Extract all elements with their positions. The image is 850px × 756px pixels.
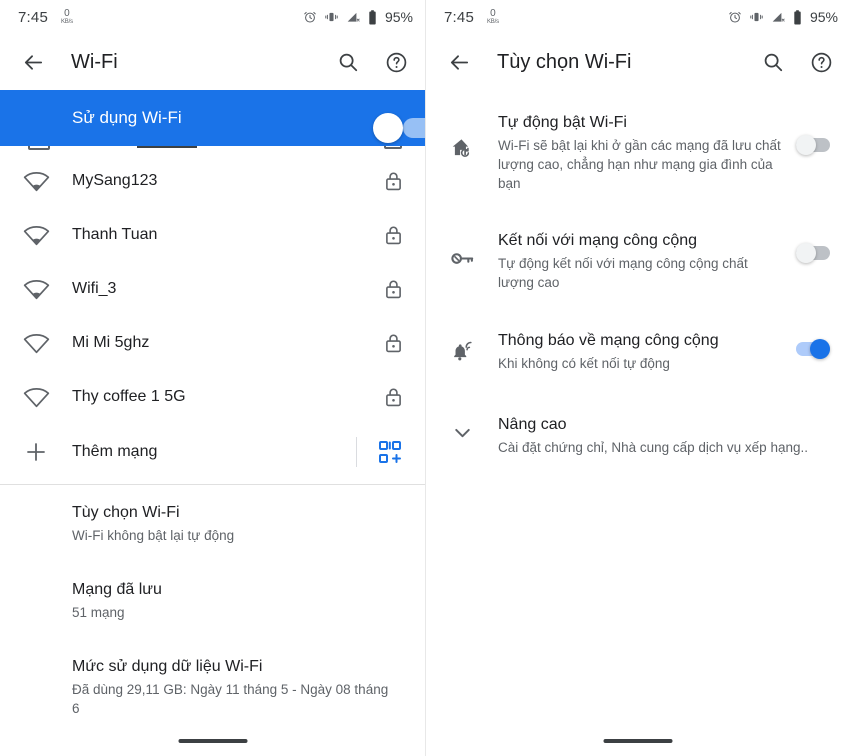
battery-icon bbox=[794, 9, 801, 24]
battery-icon bbox=[369, 9, 376, 24]
home-indicator bbox=[603, 739, 673, 743]
network-speed-indicator: 0 KB/s bbox=[61, 8, 73, 26]
help-icon[interactable] bbox=[383, 49, 409, 75]
wifi-preferences-row[interactable]: Tùy chọn Wi-Fi Wi-Fi không bật lại tự độ… bbox=[0, 485, 425, 562]
wifi-signal-icon bbox=[0, 225, 72, 246]
preferences-app-bar: Tùy chọn Wi-Fi bbox=[426, 34, 850, 90]
connect-open-networks-row[interactable]: Kết nối với mạng công cộng Tự động kết n… bbox=[426, 210, 850, 309]
network-speed-value: 0 bbox=[64, 8, 70, 19]
dual-screenshot: 7:45 0 KB/s 95% Wi-Fi Sử dụng Wi-Fi MySa… bbox=[0, 0, 850, 756]
auto-enable-wifi-row[interactable]: Tự động bật Wi-Fi Wi-Fi sẽ bật lại khi ở… bbox=[426, 90, 850, 210]
search-icon[interactable] bbox=[760, 49, 786, 75]
network-notification-subtitle: Khi không có kết nối tự động bbox=[498, 356, 670, 371]
connect-open-networks-subtitle: Tự động kết nối với mạng công cộng chất … bbox=[498, 256, 748, 290]
preferences-list: Tự động bật Wi-Fi Wi-Fi sẽ bật lại khi ở… bbox=[426, 90, 850, 474]
home-auto-icon bbox=[426, 112, 498, 193]
wifi-preferences-title: Tùy chọn Wi-Fi bbox=[72, 504, 180, 521]
key-icon bbox=[426, 230, 498, 292]
wifi-signal-icon bbox=[0, 387, 72, 408]
network-speed-indicator: 0 KB/s bbox=[487, 8, 499, 26]
status-time: 7:45 bbox=[444, 8, 474, 26]
vertical-divider bbox=[356, 437, 357, 467]
add-network-actions bbox=[356, 437, 402, 467]
advanced-title: Nâng cao bbox=[498, 416, 567, 433]
saved-networks-title: Mạng đã lưu bbox=[72, 581, 162, 598]
network-row[interactable]: MySang123 bbox=[0, 154, 425, 208]
network-name: Wifi_3 bbox=[72, 280, 117, 297]
vibrate-icon bbox=[750, 12, 763, 22]
add-network-label: Thêm mạng bbox=[72, 443, 158, 460]
network-notification-row[interactable]: Thông báo về mạng công cộng Khi không có… bbox=[426, 309, 850, 390]
status-time: 7:45 bbox=[18, 8, 48, 26]
lock-icon bbox=[385, 387, 402, 407]
advanced-row[interactable]: Nâng cao Cài đặt chứng chỉ, Nhà cung cấp… bbox=[426, 390, 850, 474]
app-bar-actions bbox=[760, 49, 834, 75]
vibrate-icon bbox=[325, 12, 338, 22]
network-speed-unit: KB/s bbox=[487, 19, 499, 25]
clipped-scrolled-row bbox=[0, 146, 425, 154]
wifi-signal-icon bbox=[0, 333, 72, 354]
connect-open-networks-switch[interactable] bbox=[796, 230, 830, 292]
wifi-signal-icon bbox=[0, 279, 72, 300]
battery-percent: 95% bbox=[809, 9, 838, 25]
lock-icon bbox=[385, 279, 402, 299]
network-speed-unit: KB/s bbox=[61, 19, 73, 25]
network-list: MySang123 Thanh Tuan Wifi_3 Mi Mi 5ghz T… bbox=[0, 154, 425, 424]
network-speed-value: 0 bbox=[490, 8, 496, 19]
network-name: Mi Mi 5ghz bbox=[72, 334, 150, 351]
lock-icon bbox=[385, 171, 402, 191]
wifi-app-bar: Wi-Fi bbox=[0, 34, 425, 90]
wifi-data-usage-title: Mức sử dụng dữ liệu Wi-Fi bbox=[72, 658, 263, 675]
back-arrow-icon[interactable] bbox=[16, 45, 50, 79]
saved-networks-row[interactable]: Mạng đã lưu 51 mạng bbox=[0, 562, 425, 639]
status-icons-right: 95% bbox=[728, 9, 838, 25]
status-icons-left: 95% bbox=[303, 9, 413, 25]
alarm-icon bbox=[304, 11, 316, 23]
auto-enable-wifi-subtitle: Wi-Fi sẽ bật lại khi ở gần các mạng đã l… bbox=[498, 138, 781, 191]
add-network-row[interactable]: Thêm mạng bbox=[0, 424, 425, 480]
network-name: Thanh Tuan bbox=[72, 226, 158, 243]
home-indicator bbox=[178, 739, 247, 743]
search-icon[interactable] bbox=[335, 49, 361, 75]
network-notification-switch[interactable] bbox=[796, 330, 830, 373]
network-name: MySang123 bbox=[72, 172, 158, 189]
back-arrow-icon[interactable] bbox=[442, 45, 476, 79]
alarm-icon bbox=[729, 11, 741, 23]
wifi-master-toggle-row[interactable]: Sử dụng Wi-Fi bbox=[0, 90, 425, 146]
advanced-subtitle: Cài đặt chứng chỉ, Nhà cung cấp dịch vụ … bbox=[498, 440, 808, 455]
lock-icon bbox=[385, 333, 402, 353]
signal-no-service-icon bbox=[347, 12, 360, 22]
battery-percent: 95% bbox=[384, 9, 413, 25]
qr-scan-icon[interactable] bbox=[378, 440, 402, 464]
network-notification-title: Thông báo về mạng công cộng bbox=[498, 332, 719, 349]
auto-enable-wifi-switch[interactable] bbox=[796, 112, 830, 193]
wifi-data-usage-subtitle: Đã dùng 29,11 GB: Ngày 11 tháng 5 - Ngày… bbox=[72, 682, 389, 716]
status-bar-right: 7:45 0 KB/s 95% bbox=[426, 0, 850, 34]
network-row[interactable]: Mi Mi 5ghz bbox=[0, 316, 425, 370]
help-icon[interactable] bbox=[808, 49, 834, 75]
status-bar-left: 7:45 0 KB/s 95% bbox=[0, 0, 425, 34]
app-bar-actions bbox=[335, 49, 409, 75]
wifi-screen: 7:45 0 KB/s 95% Wi-Fi Sử dụng Wi-Fi MySa… bbox=[0, 0, 425, 756]
network-name: Thy coffee 1 5G bbox=[72, 388, 186, 405]
plus-icon bbox=[0, 440, 72, 464]
network-row[interactable]: Wifi_3 bbox=[0, 262, 425, 316]
signal-no-service-icon bbox=[772, 12, 785, 22]
saved-networks-subtitle: 51 mạng bbox=[72, 605, 125, 620]
chevron-down-icon bbox=[426, 414, 498, 457]
wifi-signal-icon bbox=[0, 171, 72, 192]
lock-icon bbox=[385, 225, 402, 245]
wifi-data-usage-row[interactable]: Mức sử dụng dữ liệu Wi-Fi Đã dùng 29,11 … bbox=[0, 639, 425, 735]
network-row[interactable]: Thy coffee 1 5G bbox=[0, 370, 425, 424]
page-title: Wi-Fi bbox=[71, 50, 118, 73]
wifi-master-toggle-label: Sử dụng Wi-Fi bbox=[72, 108, 182, 127]
network-row[interactable]: Thanh Tuan bbox=[0, 208, 425, 262]
auto-enable-wifi-title: Tự động bật Wi-Fi bbox=[498, 114, 627, 131]
wifi-preferences-screen: 7:45 0 KB/s 95% Tùy chọn Wi-Fi Tự động b… bbox=[425, 0, 850, 756]
connect-open-networks-title: Kết nối với mạng công cộng bbox=[498, 232, 698, 249]
page-title: Tùy chọn Wi-Fi bbox=[497, 50, 632, 73]
wifi-preferences-subtitle: Wi-Fi không bật lại tự động bbox=[72, 528, 235, 543]
bell-wifi-icon bbox=[426, 330, 498, 373]
